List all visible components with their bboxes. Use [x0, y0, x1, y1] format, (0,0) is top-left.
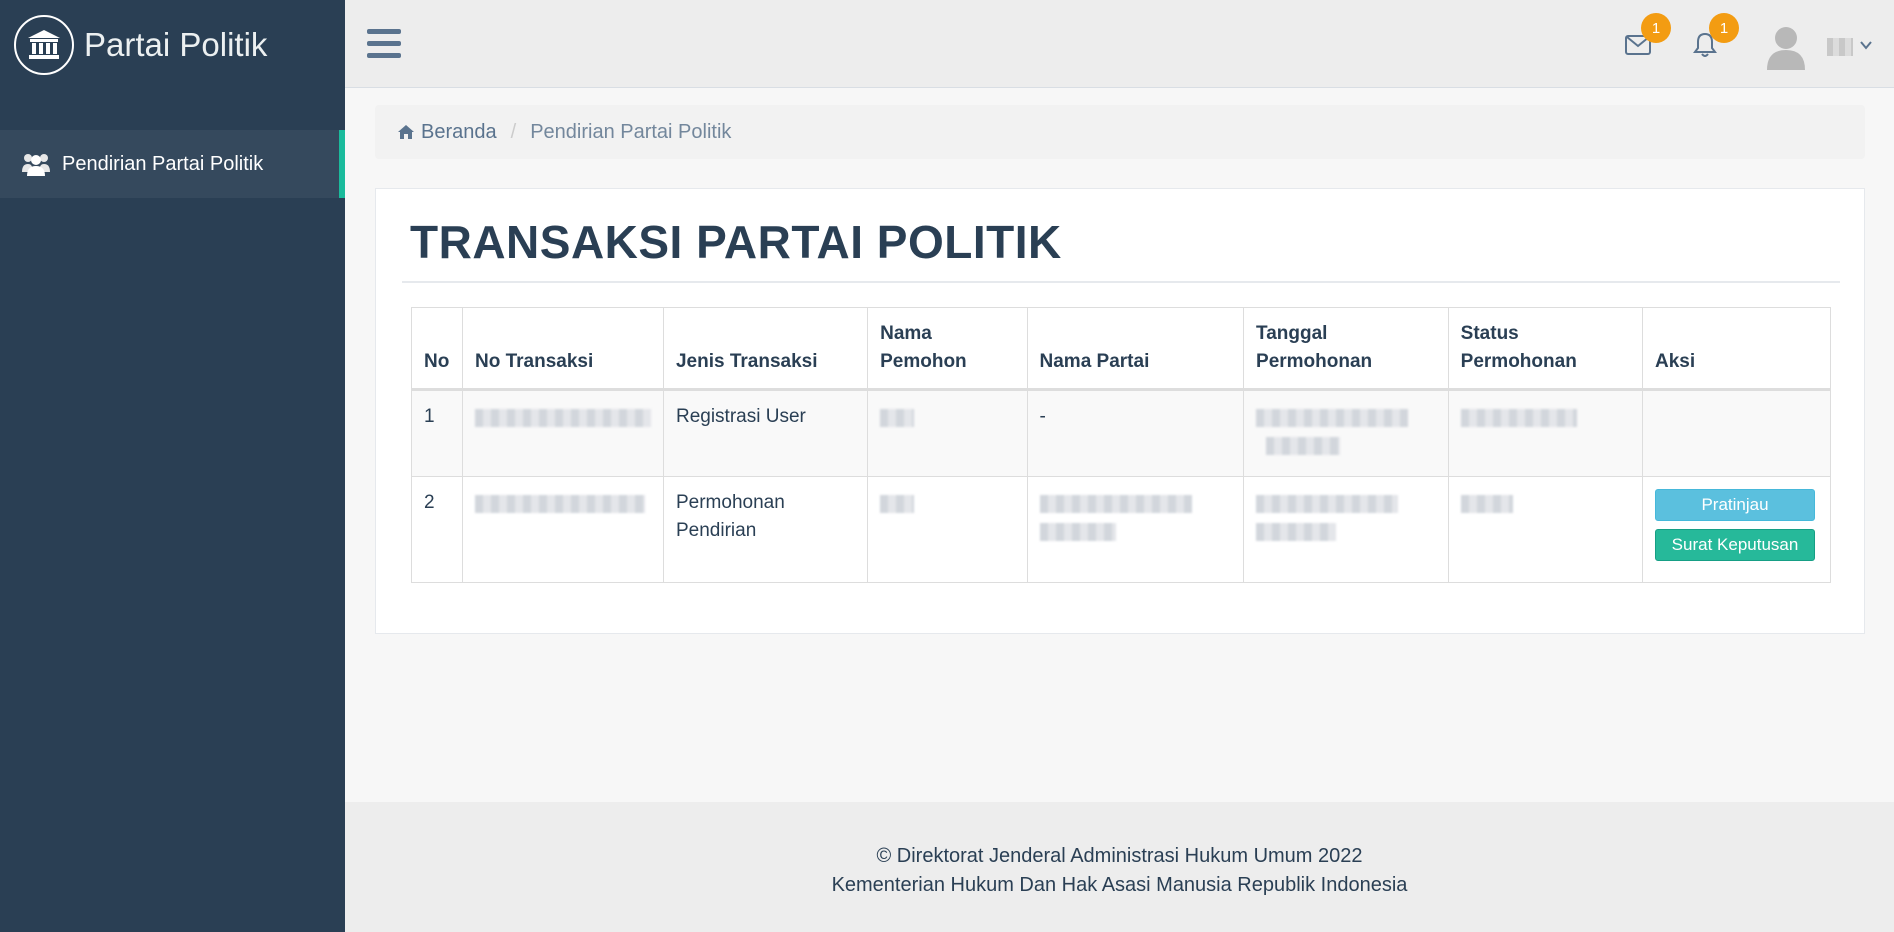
column-header: Jenis Transaksi — [662, 307, 869, 391]
user-avatar[interactable] — [1765, 24, 1807, 70]
cell-nama-partai — [1026, 476, 1245, 583]
cell-no: 1 — [411, 389, 463, 477]
redacted-text — [880, 495, 915, 513]
breadcrumb-separator: / — [510, 120, 517, 143]
cell-aksi: Pratinjau Surat Keputusan — [1642, 476, 1831, 583]
redacted-text — [1460, 495, 1513, 513]
cell-status-permohonan — [1447, 476, 1644, 583]
redacted-text — [1039, 495, 1192, 513]
transactions-panel: TRANSAKSI PARTAI POLITIK No No Transaksi… — [375, 188, 1865, 634]
sidebar-item-pendirian-partai-politik[interactable]: Pendirian Partai Politik — [0, 130, 345, 198]
breadcrumb-current: Pendirian Partai Politik — [530, 120, 732, 143]
table-row: 1 Registrasi User - — [411, 389, 1831, 477]
cell-no-transaksi — [461, 389, 664, 477]
cell-jenis-transaksi: Permohonan Pendirian — [662, 476, 869, 583]
breadcrumb-home-label: Beranda — [421, 120, 497, 143]
column-header: No Transaksi — [461, 307, 664, 391]
table-header-row: No No Transaksi Jenis Transaksi Nama Pem… — [411, 307, 1831, 391]
column-header: Nama Pemohon — [867, 307, 1028, 391]
column-header: No — [411, 307, 463, 391]
redacted-text — [1256, 523, 1337, 541]
cell-nama-pemohon — [867, 476, 1028, 583]
home-icon — [398, 125, 414, 139]
cell-no-transaksi — [461, 476, 664, 583]
brand[interactable]: Partai Politik — [0, 0, 345, 90]
notifications-badge: 1 — [1709, 13, 1739, 43]
column-header: Tanggal Permohonan — [1243, 307, 1449, 391]
redacted-text — [1460, 409, 1577, 427]
cell-nama-partai: - — [1026, 389, 1245, 477]
transactions-table: No No Transaksi Jenis Transaksi Nama Pem… — [411, 307, 1831, 583]
footer-ministry: Kementerian Hukum Dan Hak Asasi Manusia … — [831, 874, 1408, 896]
column-header: Status Permohonan — [1447, 307, 1644, 391]
redacted-text — [1256, 409, 1409, 427]
menu-toggle-icon[interactable] — [367, 29, 401, 59]
decree-button[interactable]: Surat Keputusan — [1655, 529, 1815, 561]
redacted-text — [880, 409, 915, 427]
brand-title: Partai Politik — [84, 26, 268, 63]
cell-tanggal-permohonan — [1243, 476, 1449, 583]
breadcrumb-home-link[interactable]: Beranda — [397, 121, 497, 144]
user-name[interactable] — [1827, 38, 1853, 56]
top-navbar: 1 1 — [345, 0, 1894, 88]
users-icon — [22, 151, 50, 177]
bank-icon — [14, 15, 74, 75]
redacted-text — [1266, 437, 1341, 455]
notifications-button[interactable]: 1 — [1693, 13, 1739, 60]
redacted-text — [1039, 523, 1116, 541]
column-header: Aksi — [1642, 307, 1831, 391]
sidebar-item-label: Pendirian Partai Politik — [62, 152, 264, 175]
breadcrumb: Beranda / Pendirian Partai Politik — [375, 105, 1865, 159]
page-title: TRANSAKSI PARTAI POLITIK — [410, 216, 1062, 268]
chevron-down-icon[interactable] — [1859, 38, 1875, 54]
cell-no: 2 — [411, 476, 463, 583]
messages-badge: 1 — [1641, 13, 1671, 43]
messages-button[interactable]: 1 — [1625, 13, 1671, 60]
title-divider — [402, 281, 1840, 283]
sidebar-menu: Pendirian Partai Politik — [0, 130, 345, 198]
cell-aksi — [1642, 389, 1831, 477]
cell-status-permohonan — [1447, 389, 1644, 477]
redacted-text — [474, 495, 645, 513]
preview-button[interactable]: Pratinjau — [1655, 489, 1815, 521]
redacted-text — [474, 409, 651, 427]
cell-nama-pemohon — [867, 389, 1028, 477]
footer-copyright: © Direktorat Jenderal Administrasi Hukum… — [876, 845, 1363, 867]
column-header: Nama Partai — [1026, 307, 1245, 391]
cell-tanggal-permohonan — [1243, 389, 1449, 477]
cell-jenis-transaksi: Registrasi User — [662, 389, 869, 477]
sidebar: Partai Politik Pendirian Partai Politik — [0, 0, 345, 932]
footer: © Direktorat Jenderal Administrasi Hukum… — [345, 802, 1894, 932]
redacted-text — [1256, 495, 1399, 513]
table-row: 2 Permohonan Pendirian Pratinjau Surat K… — [411, 476, 1831, 583]
